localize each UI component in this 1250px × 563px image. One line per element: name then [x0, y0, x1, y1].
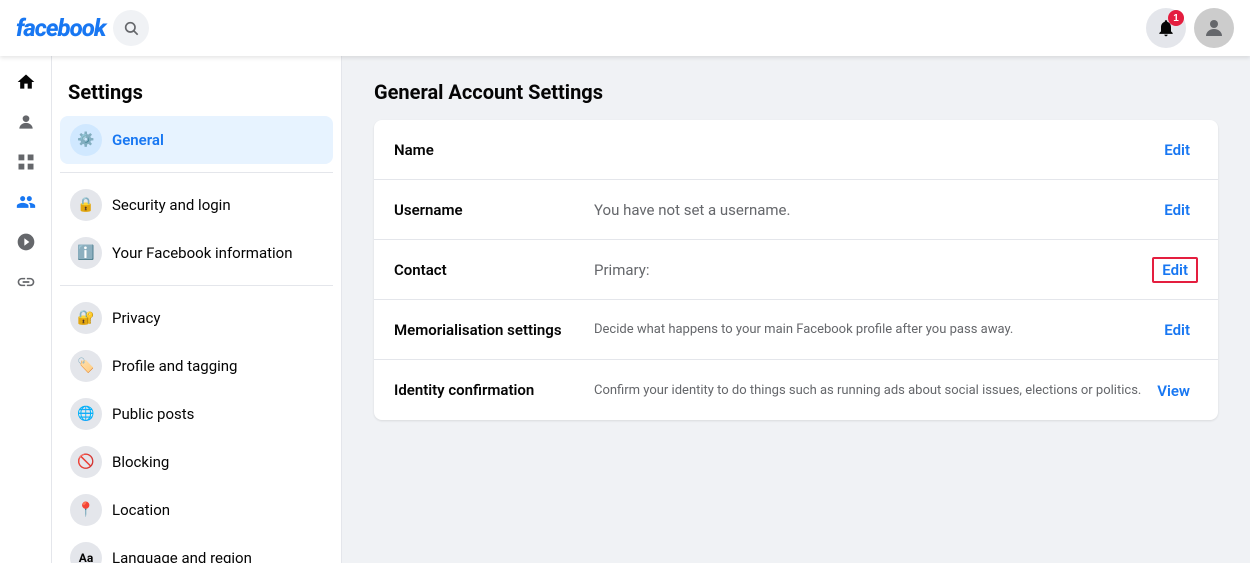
navbar-right: 1	[1146, 8, 1234, 48]
sidebar-divider-1	[60, 172, 333, 173]
settings-card: Name Edit Username You have not set a us…	[374, 120, 1218, 420]
layout: Settings ⚙️ General 🔒 Security and login…	[0, 56, 1250, 563]
sidebar-item-label: Language and region	[112, 549, 252, 563]
navbar-left: facebook	[16, 10, 149, 46]
contact-action: Edit	[1152, 260, 1198, 279]
icon-rail	[0, 56, 52, 563]
rail-groups[interactable]	[8, 224, 44, 260]
contact-value: Primary:	[594, 261, 1152, 279]
sidebar-item-general[interactable]: ⚙️ General	[60, 116, 333, 164]
identity-value: Confirm your identity to do things such …	[594, 383, 1149, 398]
memorialisation-action: Edit	[1156, 320, 1198, 339]
rail-grid[interactable]	[8, 144, 44, 180]
security-icon: 🔒	[70, 189, 102, 221]
memorialisation-value: Decide what happens to your main Faceboo…	[594, 322, 1156, 337]
rail-links[interactable]	[8, 264, 44, 300]
name-action: Edit	[1156, 140, 1198, 159]
page-title: General Account Settings	[374, 80, 1218, 104]
name-edit-link[interactable]: Edit	[1156, 137, 1198, 163]
sidebar-title: Settings	[60, 72, 333, 116]
memorialisation-row: Memorialisation settings Decide what hap…	[374, 300, 1218, 360]
rail-home[interactable]	[8, 64, 44, 100]
notification-badge: 1	[1168, 10, 1184, 26]
sidebar-item-privacy[interactable]: 🔐 Privacy	[60, 294, 333, 342]
avatar-icon	[1202, 16, 1226, 40]
sidebar-item-label: General	[112, 131, 164, 149]
sidebar: Settings ⚙️ General 🔒 Security and login…	[52, 56, 342, 563]
sidebar-item-security[interactable]: 🔒 Security and login	[60, 181, 333, 229]
sidebar-item-label: Blocking	[112, 453, 169, 471]
main-content: General Account Settings Name Edit Usern…	[342, 56, 1250, 563]
sidebar-item-label: Your Facebook information	[112, 244, 293, 262]
sidebar-item-location[interactable]: 📍 Location	[60, 486, 333, 534]
sidebar-item-label: Security and login	[112, 196, 231, 214]
sidebar-divider-2	[60, 285, 333, 286]
public-posts-icon: 🌐	[70, 398, 102, 430]
rail-friends[interactable]	[8, 184, 44, 220]
name-label: Name	[394, 141, 594, 159]
navbar: facebook 1	[0, 0, 1250, 56]
username-label: Username	[394, 201, 594, 219]
search-button[interactable]	[113, 10, 149, 46]
identity-row: Identity confirmation Confirm your ident…	[374, 360, 1218, 420]
username-row: Username You have not set a username. Ed…	[374, 180, 1218, 240]
privacy-icon: 🔐	[70, 302, 102, 334]
sidebar-item-profile-tagging[interactable]: 🏷️ Profile and tagging	[60, 342, 333, 390]
sidebar-item-language[interactable]: Aa Language and region	[60, 534, 333, 563]
sidebar-item-label: Public posts	[112, 405, 194, 423]
contact-edit-link[interactable]: Edit	[1152, 257, 1198, 283]
sidebar-item-blocking[interactable]: 🚫 Blocking	[60, 438, 333, 486]
location-icon: 📍	[70, 494, 102, 526]
name-row: Name Edit	[374, 120, 1218, 180]
username-edit-link[interactable]: Edit	[1156, 197, 1198, 223]
sidebar-item-label: Location	[112, 501, 170, 519]
sidebar-item-label: Privacy	[112, 309, 160, 327]
blocking-icon: 🚫	[70, 446, 102, 478]
username-action: Edit	[1156, 200, 1198, 219]
identity-action: View	[1149, 381, 1198, 400]
contact-row: Contact Primary: Edit	[374, 240, 1218, 300]
username-value: You have not set a username.	[594, 201, 1156, 219]
identity-label: Identity confirmation	[394, 381, 594, 399]
sidebar-item-label: Profile and tagging	[112, 357, 237, 375]
facebook-logo[interactable]: facebook	[16, 14, 105, 42]
profile-tagging-icon: 🏷️	[70, 350, 102, 382]
facebook-info-icon: ℹ️	[70, 237, 102, 269]
memorialisation-edit-link[interactable]: Edit	[1156, 317, 1198, 343]
memorialisation-label: Memorialisation settings	[394, 321, 594, 339]
sidebar-item-facebook-info[interactable]: ℹ️ Your Facebook information	[60, 229, 333, 277]
rail-profile[interactable]	[8, 104, 44, 140]
general-icon: ⚙️	[70, 124, 102, 156]
language-icon: Aa	[70, 542, 102, 563]
sidebar-item-public-posts[interactable]: 🌐 Public posts	[60, 390, 333, 438]
notifications-button[interactable]: 1	[1146, 8, 1186, 48]
identity-view-link[interactable]: View	[1149, 378, 1198, 404]
contact-label: Contact	[394, 261, 594, 279]
account-menu-button[interactable]	[1194, 8, 1234, 48]
search-icon	[123, 20, 139, 36]
